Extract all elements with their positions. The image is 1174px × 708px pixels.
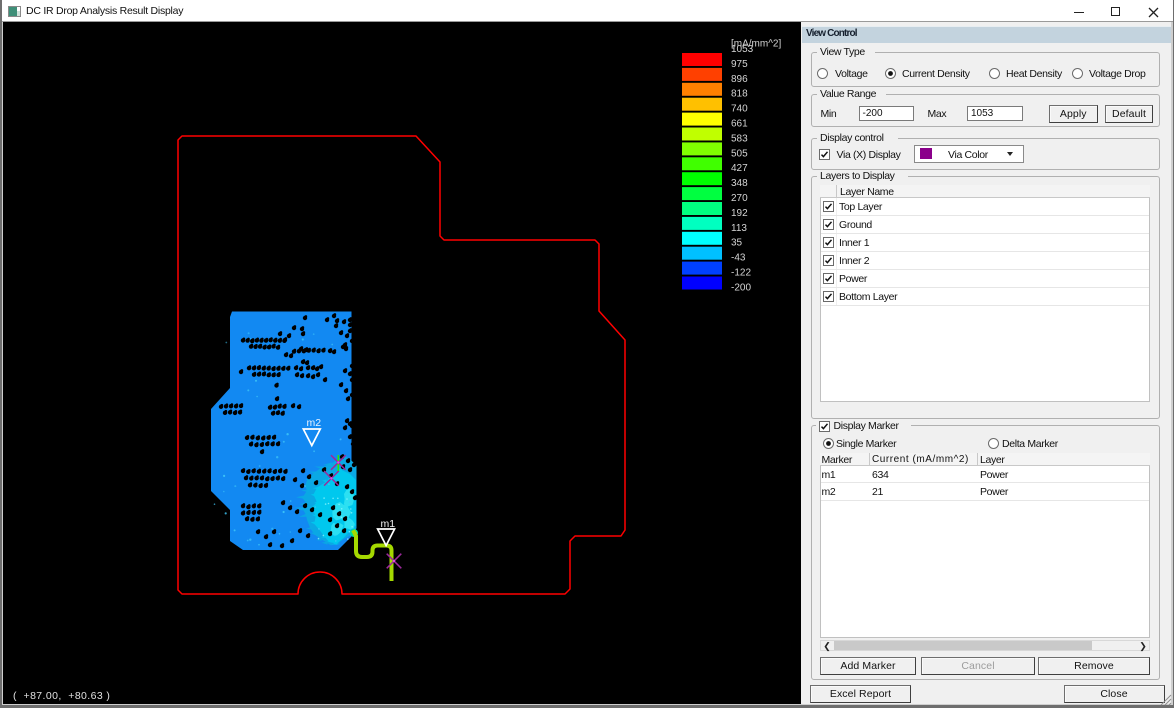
svg-text:270: 270 — [731, 193, 748, 204]
svg-text:348: 348 — [731, 178, 748, 189]
svg-text:661: 661 — [731, 119, 748, 130]
svg-text:505: 505 — [731, 148, 748, 159]
svg-text:m2: m2 — [307, 417, 322, 429]
svg-text:427: 427 — [731, 163, 748, 174]
svg-text:818: 818 — [731, 89, 748, 100]
svg-text:192: 192 — [731, 208, 748, 219]
svg-text:( +87.00, +80.63 ): ( +87.00, +80.63 ) — [13, 690, 110, 702]
svg-text:m1: m1 — [381, 518, 396, 530]
svg-text:975: 975 — [731, 59, 748, 70]
svg-text:1053: 1053 — [731, 44, 754, 55]
svg-text:-200: -200 — [731, 282, 751, 293]
svg-text:113: 113 — [731, 223, 747, 234]
svg-text:-43: -43 — [731, 253, 746, 264]
svg-text:583: 583 — [731, 133, 748, 144]
svg-text:-122: -122 — [731, 268, 751, 279]
svg-text:896: 896 — [731, 74, 748, 85]
svg-text:740: 740 — [731, 104, 748, 115]
svg-text:35: 35 — [731, 238, 743, 249]
